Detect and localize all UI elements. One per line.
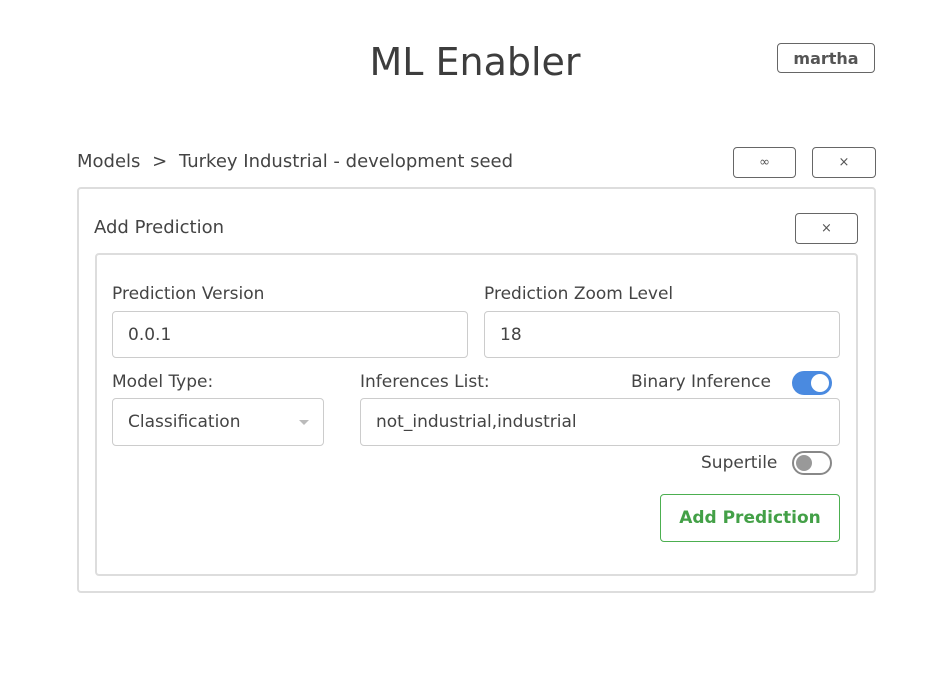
zoom-level-input[interactable]: 18 <box>484 311 840 358</box>
add-prediction-button[interactable]: Add Prediction <box>660 494 840 542</box>
model-type-label: Model Type: <box>112 372 214 392</box>
zoom-level-label: Prediction Zoom Level <box>484 284 674 304</box>
supertile-toggle[interactable] <box>792 451 832 475</box>
breadcrumb: Models > Turkey Industrial - development… <box>77 151 513 172</box>
breadcrumb-current: Turkey Industrial - development seed <box>178 151 514 172</box>
supertile-label: Supertile <box>701 453 778 473</box>
binary-inference-label: Binary Inference <box>631 372 771 392</box>
inferences-label: Inferences List: <box>360 372 490 392</box>
breadcrumb-models-link[interactable]: Models <box>77 151 140 172</box>
version-label: Prediction Version <box>112 284 265 304</box>
close-model-button[interactable]: × <box>812 147 876 178</box>
breadcrumb-separator: > <box>152 151 168 172</box>
copy-link-button[interactable]: ∞ <box>733 147 796 178</box>
close-panel-button[interactable]: × <box>795 213 858 244</box>
model-type-select[interactable]: Classification <box>112 398 324 446</box>
model-type-value: Classification <box>128 412 241 432</box>
inferences-input[interactable]: not_industrial,industrial <box>360 398 840 446</box>
close-icon: × <box>821 221 832 236</box>
version-input[interactable]: 0.0.1 <box>112 311 468 358</box>
user-menu-button[interactable]: martha <box>777 43 875 73</box>
binary-inference-toggle[interactable] <box>792 371 832 395</box>
close-icon: × <box>838 155 850 170</box>
chevron-down-icon <box>299 420 309 425</box>
toggle-knob <box>796 455 812 471</box>
toggle-knob <box>811 374 829 392</box>
panel-title: Add Prediction <box>94 217 224 238</box>
link-icon: ∞ <box>759 155 770 170</box>
